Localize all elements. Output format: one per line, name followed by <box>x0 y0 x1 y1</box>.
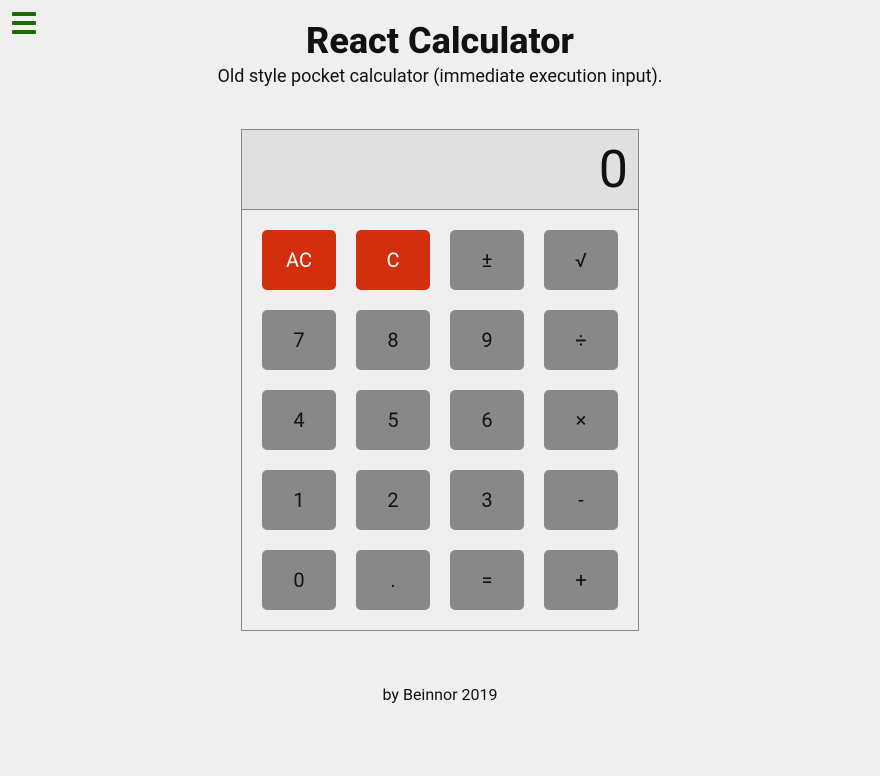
digit-4-button[interactable]: 4 <box>262 390 336 450</box>
digit-0-button[interactable]: 0 <box>262 550 336 610</box>
page-title: React Calculator <box>0 20 880 62</box>
divide-button[interactable]: ÷ <box>544 310 618 370</box>
page-subtitle: Old style pocket calculator (immediate e… <box>0 66 880 87</box>
equals-button[interactable]: = <box>450 550 524 610</box>
hamburger-menu-icon[interactable] <box>12 12 36 34</box>
digit-2-button[interactable]: 2 <box>356 470 430 530</box>
multiply-button[interactable]: × <box>544 390 618 450</box>
add-button[interactable]: + <box>544 550 618 610</box>
sqrt-button[interactable]: √ <box>544 230 618 290</box>
digit-3-button[interactable]: 3 <box>450 470 524 530</box>
calculator-display: 0 <box>242 130 638 210</box>
all-clear-button[interactable]: AC <box>262 230 336 290</box>
digit-1-button[interactable]: 1 <box>262 470 336 530</box>
digit-7-button[interactable]: 7 <box>262 310 336 370</box>
footer-text: by Beinnor 2019 <box>0 685 880 704</box>
calculator: 0 AC C ± √ 789 ÷ 456 × 123- 0. = + <box>241 129 639 631</box>
digit-6-button[interactable]: 6 <box>450 390 524 450</box>
clear-button[interactable]: C <box>356 230 430 290</box>
subtract-button[interactable]: - <box>544 470 618 530</box>
digit-8-button[interactable]: 8 <box>356 310 430 370</box>
digit-9-button[interactable]: 9 <box>450 310 524 370</box>
calculator-keypad: AC C ± √ 789 ÷ 456 × 123- 0. = + <box>242 210 638 630</box>
digit-5-button[interactable]: 5 <box>356 390 430 450</box>
decimal-button[interactable]: . <box>356 550 430 610</box>
plus-minus-button[interactable]: ± <box>450 230 524 290</box>
